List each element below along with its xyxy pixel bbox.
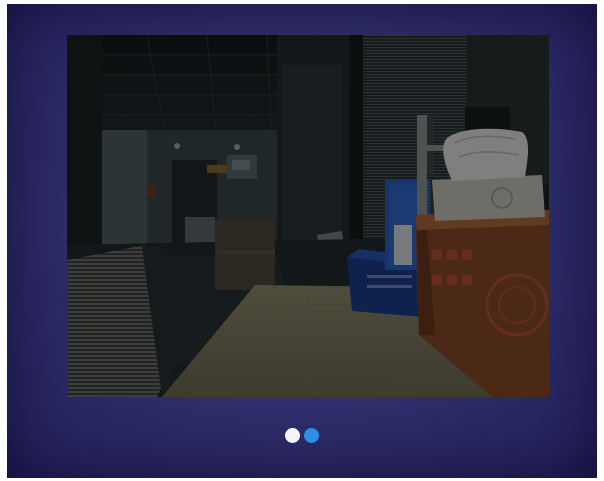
- slide-indicator: [7, 428, 597, 444]
- image-viewer-frame: [7, 4, 597, 478]
- slide-dot-1[interactable]: [285, 428, 300, 443]
- office-photo-illustration: [67, 35, 549, 397]
- slide-dot-2-active[interactable]: [304, 428, 319, 443]
- office-photo: [67, 35, 549, 397]
